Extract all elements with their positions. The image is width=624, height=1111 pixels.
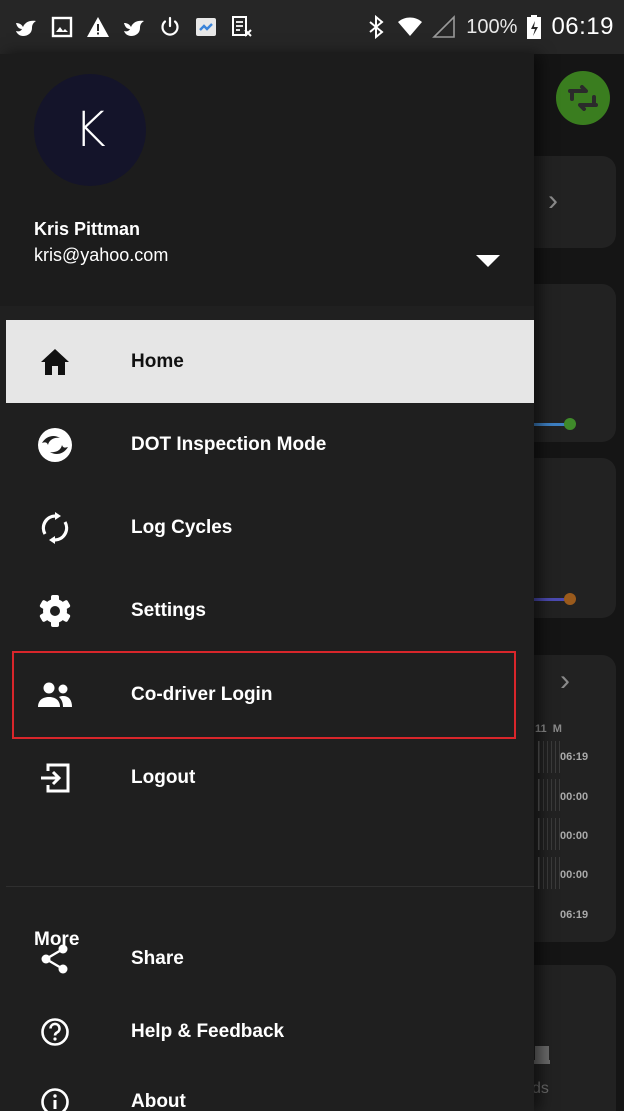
bird-notification-icon (16, 20, 36, 36)
user-email: kris@yahoo.com (34, 245, 169, 265)
background-nav-label: ds (532, 1080, 549, 1097)
avatar[interactable]: K (34, 74, 146, 186)
battery-charging-icon (527, 15, 542, 39)
bird-notification-icon (124, 20, 144, 36)
log-total-time: 00:00 (560, 830, 589, 842)
menu-item-label: Settings (131, 599, 206, 621)
log-grid-header: 11 M (535, 723, 562, 735)
account-switcher-button[interactable] (476, 253, 500, 269)
info-circle-icon (36, 1083, 74, 1111)
avatar-letter: K (74, 102, 106, 158)
dot-logo-icon (36, 426, 74, 464)
app-notification-icon (196, 18, 216, 36)
drawer-header: K Kris Pittman kris@yahoo.com (0, 54, 534, 306)
cell-signal-icon (432, 15, 456, 38)
log-total-time: 00:00 (560, 791, 589, 803)
truck-icon (534, 1046, 550, 1064)
progress-line (534, 423, 568, 426)
document-blocked-icon (232, 16, 252, 37)
navigation-drawer: K Kris Pittman kris@yahoo.com Home DOT I… (0, 54, 534, 1111)
menu-item-label: Log Cycles (131, 516, 233, 538)
menu-item-label: About (131, 1090, 186, 1111)
menu-item-label: Help & Feedback (131, 1020, 285, 1042)
menu-item-log-cycles[interactable]: Log Cycles (6, 486, 534, 569)
progress-line (534, 598, 568, 601)
app-screen: › › 11 M 06:19 00:00 00:00 00:00 06:19 d… (0, 0, 624, 1111)
menu-item-label: DOT Inspection Mode (131, 433, 327, 455)
gear-icon (36, 592, 74, 630)
user-name: Kris Pittman (34, 219, 141, 239)
warning-icon (87, 17, 109, 37)
menu-item-label: Share (131, 947, 184, 969)
image-notification-icon (51, 16, 73, 38)
log-total-time: 06:19 (560, 751, 589, 763)
power-icon (161, 16, 179, 36)
menu-item-home[interactable]: Home (6, 320, 534, 403)
status-clock: 06:19 (551, 13, 614, 40)
help-circle-icon (36, 1013, 74, 1051)
home-icon (36, 343, 74, 381)
bluetooth-icon (369, 15, 384, 39)
highlight-annotation (12, 651, 516, 739)
progress-dot (564, 593, 576, 605)
exit-icon (36, 759, 74, 797)
chevron-right-icon: › (548, 184, 558, 217)
menu-item-share[interactable]: Share (6, 917, 534, 1000)
sync-icon (36, 509, 74, 547)
section-divider (6, 886, 534, 887)
share-icon (36, 940, 74, 978)
menu-item-label: Home (131, 350, 184, 372)
caret-down-icon (476, 255, 500, 267)
status-bar: 100% 06:19 (0, 0, 624, 54)
header-divider (0, 306, 534, 320)
menu-item-settings[interactable]: Settings (6, 569, 534, 652)
background-card (520, 156, 616, 248)
chevron-right-icon: › (560, 664, 570, 697)
swap-icon (568, 85, 598, 111)
menu-item-logout[interactable]: Logout (6, 736, 534, 819)
progress-dot (564, 418, 576, 430)
battery-percentage: 100% (466, 15, 518, 38)
menu-item-label: Logout (131, 766, 196, 788)
log-total-time: 06:19 (560, 909, 589, 921)
menu-item-about[interactable]: About (6, 1060, 534, 1111)
menu-item-dot-inspection[interactable]: DOT Inspection Mode (6, 403, 534, 486)
wifi-icon (398, 17, 423, 36)
log-total-time: 00:00 (560, 869, 589, 881)
sync-fab-button[interactable] (556, 71, 610, 125)
